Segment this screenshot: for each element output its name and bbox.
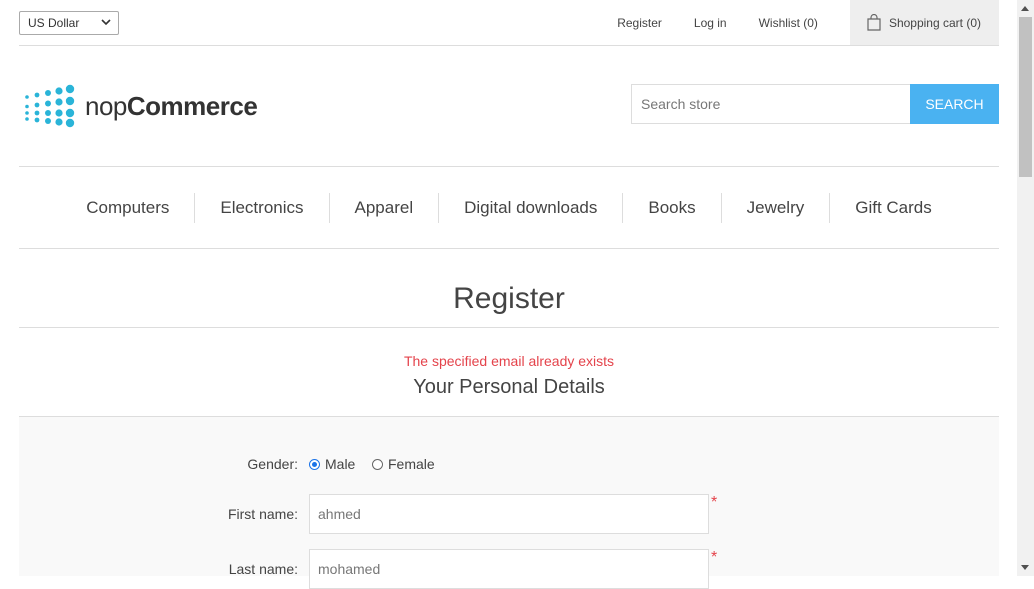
radio-unchecked-icon [372,458,383,470]
first-name-field[interactable]: ahmed [309,494,709,534]
currency-selector[interactable]: US Dollar [19,11,119,35]
shopping-cart-link[interactable]: Shopping cart (0) [849,0,999,45]
logo-prefix: nop [85,90,127,121]
chevron-down-icon [101,19,111,26]
section-title: Your Personal Details [413,376,605,398]
header-top-bar: US Dollar Register Log in Wishlist (0) S… [19,0,999,46]
top-menu: Computers Electronics Apparel Digital do… [19,166,999,249]
register-link[interactable]: Register [617,16,662,30]
gender-male-label: Male [325,456,356,472]
last-name-field[interactable]: mohamed [309,549,709,589]
radio-checked-icon [309,458,320,470]
gender-female-radio[interactable]: Female [372,456,435,472]
menu-item-books[interactable]: Books [622,192,720,223]
gender-label: Gender: [247,456,298,472]
last-name-label: Last name: [228,561,298,577]
gender-female-label: Female [388,456,435,472]
shopping-bag-icon [867,14,881,31]
scroll-up-icon[interactable] [1021,6,1029,11]
currency-value: US Dollar [28,16,80,30]
logo-brand: Commerce [126,90,258,121]
menu-item-jewelry[interactable]: Jewelry [720,192,830,223]
search-input[interactable]: Search store [631,84,911,124]
menu-item-computers[interactable]: Computers [61,193,194,223]
validation-error-message: The specified email already exists [403,353,615,369]
scrollbar-thumb[interactable] [1019,17,1032,177]
required-marker: * [711,549,718,566]
gender-male-radio[interactable]: Male [309,456,355,472]
nopcommerce-logo[interactable]: nopCommerce [21,84,271,128]
login-link[interactable]: Log in [694,16,727,30]
personal-details-form: Gender: Male Female First name: ahmed * … [19,417,999,589]
scroll-down-icon[interactable] [1021,565,1029,570]
logo-dots-icon [25,84,75,128]
title-divider [19,327,999,328]
shopping-cart-label: Shopping cart (0) [888,15,981,30]
vertical-scrollbar[interactable] [1017,0,1034,576]
menu-item-electronics[interactable]: Electronics [194,192,328,223]
menu-item-gift-cards[interactable]: Gift Cards [829,192,957,223]
page-container: US Dollar Register Log in Wishlist (0) S… [19,0,999,589]
required-marker: * [711,494,718,511]
wishlist-link[interactable]: Wishlist (0) [759,16,818,30]
page-title: Register [453,282,565,315]
first-name-label: First name: [227,506,298,522]
header-links: Register Log in Wishlist (0) Shopping ca… [617,0,999,45]
logo-wordmark: nopCommerce [85,90,258,122]
menu-item-apparel[interactable]: Apparel [328,192,439,223]
menu-item-digital-downloads[interactable]: Digital downloads [438,192,622,223]
search-button[interactable]: SEARCH [910,84,999,124]
